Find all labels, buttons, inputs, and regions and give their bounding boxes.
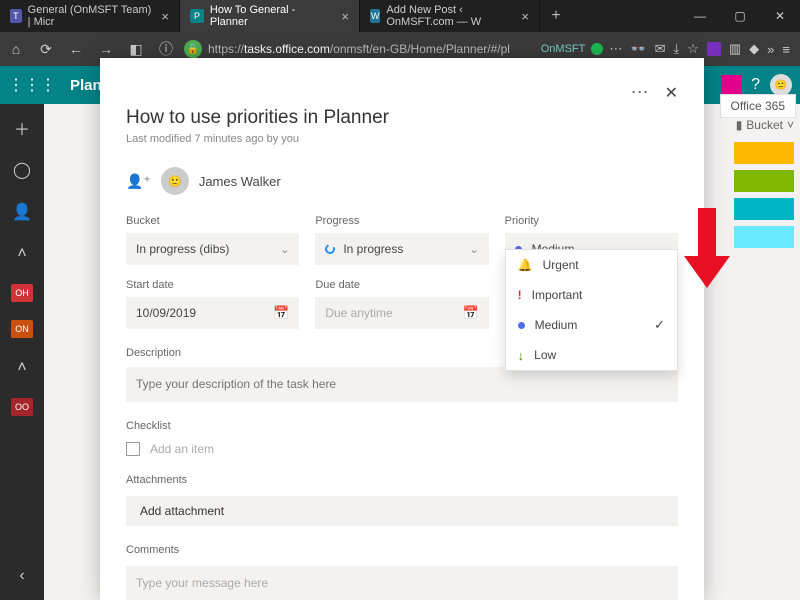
task-dialog: ⋯ ✕ How to use priorities in Planner Las… xyxy=(100,58,704,600)
dialog-title[interactable]: How to use priorities in Planner xyxy=(126,107,678,129)
browser-tab-3[interactable]: W Add New Post ‹ OnMSFT.com — W × xyxy=(360,0,540,32)
extension-icon[interactable]: ◆ xyxy=(749,41,759,57)
menu-icon[interactable]: ≡ xyxy=(782,42,790,57)
priority-option-urgent[interactable]: 🔔Urgent xyxy=(506,250,677,280)
priority-option-important[interactable]: !Important xyxy=(506,280,677,310)
plan-tile-oo[interactable]: OO xyxy=(11,398,33,416)
add-attachment-button[interactable]: Add attachment xyxy=(126,496,678,526)
wordpress-favicon-icon: W xyxy=(370,9,380,23)
browser-tabs: T General (OnMSFT Team) | Micr × P How T… xyxy=(0,0,680,32)
help-icon[interactable]: ? xyxy=(751,76,760,94)
comment-input[interactable]: Type your message here xyxy=(126,566,678,600)
description-input[interactable] xyxy=(126,367,678,402)
important-icon: ! xyxy=(518,288,522,302)
minimize-button[interactable]: ― xyxy=(680,0,720,32)
overflow-icon[interactable]: » xyxy=(767,42,774,57)
browser-titlebar: T General (OnMSFT Team) | Micr × P How T… xyxy=(0,0,800,32)
window-controls: ― ▢ ✕ xyxy=(680,0,800,32)
checkbox-icon[interactable] xyxy=(126,442,140,456)
chevron-down-icon: ⌄ xyxy=(469,243,478,256)
download-icon[interactable]: ⤓ xyxy=(673,41,679,57)
close-window-button[interactable]: ✕ xyxy=(760,0,800,32)
calendar-icon: 📅 xyxy=(273,305,289,321)
checklist-label: Checklist xyxy=(126,420,678,432)
more-options-icon[interactable]: ⋯ xyxy=(631,82,651,103)
url-field[interactable]: https://tasks.office.com/onmsft/en-GB/Ho… xyxy=(208,42,535,56)
bucket-field: Bucket In progress (dibs)⌄ xyxy=(126,215,299,265)
dialog-subtitle: Last modified 7 minutes ago by you xyxy=(126,133,678,145)
field-label: Bucket xyxy=(126,215,299,227)
user-avatar[interactable]: 🙂 xyxy=(770,74,792,96)
collapse-up-icon-2[interactable]: ˄ xyxy=(10,356,34,380)
home-icon[interactable]: ⌂ xyxy=(4,37,28,61)
assignee-avatar: 🙂 xyxy=(161,167,189,195)
app-launcher-icon[interactable]: ⋮⋮⋮ xyxy=(8,75,56,95)
progress-ring-icon xyxy=(324,243,337,256)
onenote-icon[interactable] xyxy=(707,42,721,56)
library-icon[interactable]: ▥ xyxy=(729,41,741,57)
progress-field: Progress In progress⌄ xyxy=(315,215,488,265)
extension-badge[interactable]: OnMSFT xyxy=(541,43,586,55)
close-icon[interactable]: × xyxy=(341,9,349,24)
medium-icon xyxy=(518,322,525,329)
attachments-label: Attachments xyxy=(126,474,678,486)
priority-option-medium[interactable]: Medium✓ xyxy=(506,310,677,340)
browser-tab-2[interactable]: P How To General - Planner × xyxy=(180,0,360,32)
star-icon[interactable]: ☆ xyxy=(687,41,699,57)
field-label: Start date xyxy=(126,279,299,291)
urgent-icon: 🔔 xyxy=(518,258,533,272)
priority-field: Priority Medium⌄ 🔔Urgent !Important Medi… xyxy=(505,215,678,265)
startdate-input[interactable]: 10/09/2019📅 xyxy=(126,297,299,329)
chevron-down-icon: ⌄ xyxy=(280,243,289,256)
close-icon[interactable]: × xyxy=(161,9,169,24)
plan-tile-oh[interactable]: OH xyxy=(11,284,33,302)
my-tasks-icon[interactable]: 👤 xyxy=(10,200,34,224)
assignee-row[interactable]: 👤⁺ 🙂 James Walker xyxy=(126,167,678,195)
browser-tab-1[interactable]: T General (OnMSFT Team) | Micr × xyxy=(0,0,180,32)
comments-label: Comments xyxy=(126,544,678,556)
tab-label: Add New Post ‹ OnMSFT.com — W xyxy=(386,4,515,28)
low-icon: ↓ xyxy=(518,348,525,363)
reload-icon[interactable]: ⟳ xyxy=(34,37,58,61)
extension-dot-icon[interactable] xyxy=(591,43,603,55)
field-label: Progress xyxy=(315,215,488,227)
hub-icon[interactable]: ◯ xyxy=(10,158,34,182)
field-label: Priority xyxy=(505,215,678,227)
lock-icon[interactable]: 🔒 xyxy=(184,40,202,58)
new-tab-button[interactable]: + xyxy=(540,0,572,32)
tab-label: How To General - Planner xyxy=(210,4,336,28)
checklist-placeholder: Add an item xyxy=(150,442,214,456)
check-icon: ✓ xyxy=(654,317,665,333)
duedate-input[interactable]: Due anytime📅 xyxy=(315,297,488,329)
back-icon[interactable]: ← xyxy=(64,37,88,61)
duedate-field: Due date Due anytime📅 xyxy=(315,279,488,329)
notification-tile[interactable] xyxy=(721,75,741,95)
priority-dropdown: 🔔Urgent !Important Medium✓ ↓Low xyxy=(505,249,678,371)
toolbar-icons: ⋯ 👓 ✉ ⤓ ☆ ▥ ◆ » ≡ xyxy=(609,41,796,57)
assign-icon: 👤⁺ xyxy=(126,173,151,190)
tab-label: General (OnMSFT Team) | Micr xyxy=(28,4,156,28)
startdate-field: Start date 10/09/2019📅 xyxy=(126,279,299,329)
close-dialog-button[interactable]: ✕ xyxy=(665,83,678,103)
bucket-select[interactable]: In progress (dibs)⌄ xyxy=(126,233,299,265)
collapse-up-icon[interactable]: ˄ xyxy=(10,242,34,266)
priority-option-low[interactable]: ↓Low xyxy=(506,340,677,370)
mail-icon[interactable]: ✉ xyxy=(655,41,666,57)
assignee-name: James Walker xyxy=(199,174,281,189)
teams-favicon-icon: T xyxy=(10,9,22,23)
calendar-icon: 📅 xyxy=(462,305,478,321)
checklist-add-row[interactable]: Add an item xyxy=(126,442,678,456)
reader-icon[interactable]: 👓 xyxy=(630,41,646,57)
planner-favicon-icon: P xyxy=(190,9,204,23)
left-rail: ＋ ◯ 👤 ˄ OH ON ˄ OO ‹ xyxy=(0,104,44,600)
field-label: Due date xyxy=(315,279,488,291)
close-icon[interactable]: × xyxy=(521,9,529,24)
progress-select[interactable]: In progress⌄ xyxy=(315,233,488,265)
more-icon[interactable]: ⋯ xyxy=(609,41,622,57)
plan-tile-on[interactable]: ON xyxy=(11,320,33,338)
maximize-button[interactable]: ▢ xyxy=(720,0,760,32)
chevron-left-icon[interactable]: ‹ xyxy=(10,564,34,588)
new-plan-icon[interactable]: ＋ xyxy=(10,116,34,140)
